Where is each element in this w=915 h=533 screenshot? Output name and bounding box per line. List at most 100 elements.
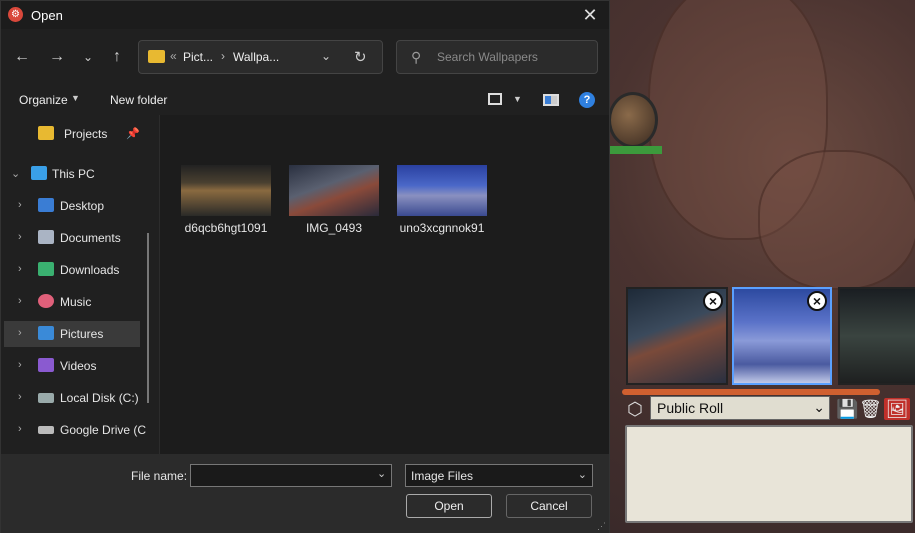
chevron-right-icon[interactable]: › (18, 423, 22, 435)
new-folder-button[interactable]: New folder (110, 93, 167, 107)
dialog-title: Open (31, 8, 63, 23)
file-name: IMG_0493 (305, 221, 363, 235)
breadcrumb-item[interactable]: Pict... (183, 50, 213, 64)
organize-button[interactable]: Organize (19, 93, 68, 107)
thumbnail-image[interactable]: × (732, 287, 832, 385)
command-bar: Organize ▼ New folder ▼ ? (1, 85, 609, 115)
roll-controls: ⬡ Public Roll ⌄ 💾 🗑 🖼 (622, 396, 915, 422)
forward-button[interactable]: → (46, 46, 68, 68)
file-name: d6qcb6hgt1091 (184, 221, 268, 235)
chevron-right-icon[interactable]: › (18, 263, 22, 275)
music-icon (38, 294, 54, 308)
sidebar-item-documents[interactable]: › Documents (4, 225, 140, 251)
save-icon[interactable]: 💾 (836, 398, 858, 420)
help-icon[interactable]: ? (579, 92, 595, 108)
drive-icon (38, 393, 54, 403)
sidebar-item-label: Local Disk (C:) (60, 391, 139, 405)
file-name-field[interactable] (190, 464, 392, 487)
cancel-button[interactable]: Cancel (506, 494, 592, 518)
file-type-select[interactable]: Image Files ⌄ (405, 464, 593, 487)
sidebar-item-desktop[interactable]: › Desktop (4, 193, 140, 219)
sidebar-item-downloads[interactable]: › Downloads (4, 257, 140, 283)
image-thumbnail-strip: × × (622, 283, 915, 391)
view-mode-icon[interactable] (488, 93, 502, 105)
sidebar-item-label: Google Drive (C (60, 423, 147, 437)
chevron-right-icon[interactable]: › (18, 295, 22, 307)
computer-icon (31, 166, 47, 180)
remove-icon[interactable]: × (703, 291, 723, 311)
documents-icon (38, 230, 54, 244)
sidebar-item-label: Music (60, 295, 92, 309)
sidebar-item-label: Videos (60, 359, 97, 373)
address-bar[interactable]: « Pict... › Wallpa... ⌄ ↻ (138, 40, 383, 74)
close-icon[interactable]: ✕ (579, 4, 601, 26)
roll-mode-select[interactable]: Public Roll ⌄ (650, 396, 830, 420)
chevron-down-icon[interactable]: ⌄ (321, 49, 331, 63)
chevron-right-icon[interactable]: › (18, 327, 22, 339)
search-input[interactable] (437, 50, 592, 64)
search-box[interactable]: ⚲ (396, 40, 598, 74)
caret-down-icon[interactable]: ▼ (71, 93, 80, 103)
roll-mode-value: Public Roll (657, 400, 724, 416)
sidebar-item-this-pc[interactable]: ⌄ This PC (4, 161, 140, 187)
sidebar-item-label: Desktop (60, 199, 105, 213)
sidebar-item-label: This PC (52, 167, 95, 181)
sidebar-item-projects[interactable]: Projects 📌 (4, 121, 140, 147)
file-item[interactable]: IMG_0493 (284, 165, 384, 235)
image-thumbnail (181, 165, 271, 216)
chevron-down-icon[interactable]: ⌄ (377, 467, 386, 480)
map-terrain (758, 150, 915, 290)
navigation-bar: ← → ⌄ ↑ « Pict... › Wallpa... ⌄ ↻ ⚲ (1, 29, 609, 85)
folder-icon (38, 126, 54, 140)
resize-grip-icon[interactable]: ⋰ (597, 521, 606, 532)
open-button[interactable]: Open (406, 494, 492, 518)
folder-icon (148, 50, 165, 63)
pin-icon[interactable]: 📌 (126, 127, 140, 140)
thumbnail-image[interactable]: × (626, 287, 728, 385)
refresh-icon[interactable]: ↻ (354, 48, 367, 66)
app-icon: ⚙ (8, 7, 23, 22)
up-button[interactable]: ↑ (106, 46, 128, 68)
sidebar-scrollbar[interactable] (147, 233, 149, 403)
chevron-right-icon[interactable]: › (18, 359, 22, 371)
drive-icon (38, 426, 54, 434)
recent-locations-icon[interactable]: ⌄ (77, 46, 99, 68)
chevron-right-icon[interactable]: › (18, 199, 22, 211)
sidebar-item-pictures[interactable]: › Pictures (4, 321, 140, 347)
chevron-down-icon: ⌄ (813, 399, 825, 415)
sidebar-item-label: Downloads (60, 263, 120, 277)
breadcrumb-separator[interactable]: › (221, 49, 225, 63)
breadcrumb-item[interactable]: Wallpa... (233, 50, 279, 64)
chevron-right-icon[interactable]: › (18, 391, 22, 403)
image-thumbnail (289, 165, 379, 216)
back-button[interactable]: ← (11, 46, 33, 68)
remove-icon[interactable]: × (807, 291, 827, 311)
sidebar-item-videos[interactable]: › Videos (4, 353, 140, 379)
file-item[interactable]: d6qcb6hgt1091 (176, 165, 276, 235)
title-bar[interactable]: ⚙ Open ✕ (1, 1, 609, 29)
caret-down-icon[interactable]: ▼ (513, 94, 522, 104)
preview-pane-icon[interactable] (543, 94, 559, 106)
chevron-right-icon[interactable]: › (18, 231, 22, 243)
thumbnail-scrollbar[interactable] (622, 389, 880, 395)
file-list: d6qcb6hgt1091 IMG_0493 uno3xcgnnok91 (160, 115, 609, 454)
videos-icon (38, 358, 54, 372)
sidebar-item-local-disk[interactable]: › Local Disk (C:) (4, 385, 140, 411)
file-name: uno3xcgnnok91 (399, 221, 485, 235)
character-token[interactable] (608, 92, 658, 148)
thumbnail-image[interactable] (838, 287, 915, 385)
sidebar-item-label: Projects (64, 127, 108, 141)
image-icon[interactable]: 🖼 (884, 398, 910, 420)
file-item[interactable]: uno3xcgnnok91 (392, 165, 492, 235)
file-type-value: Image Files (411, 469, 474, 483)
d20-icon: ⬡ (627, 399, 643, 419)
sidebar-item-label: Documents (60, 231, 121, 245)
overflow-icon[interactable]: « (170, 49, 177, 63)
chat-input[interactable] (625, 425, 913, 523)
chevron-down-icon[interactable]: ⌄ (11, 167, 20, 180)
search-icon: ⚲ (411, 49, 422, 65)
sidebar-item-music[interactable]: › Music (4, 289, 140, 315)
sidebar-item-google-drive[interactable]: › Google Drive (C (4, 417, 146, 443)
token-health-bar (608, 146, 662, 154)
trash-icon[interactable]: 🗑 (859, 398, 882, 420)
